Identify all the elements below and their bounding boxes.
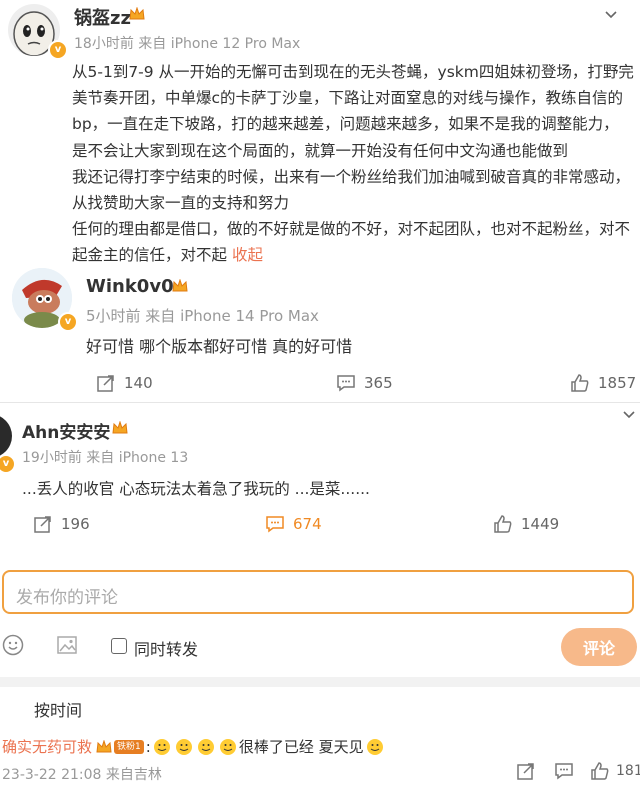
comment-button[interactable]: 674 — [265, 514, 322, 534]
post-username[interactable]: 锅盔zz — [74, 4, 131, 30]
post-line: 从5-1到7-9 从一开始的无懈可击到现在的无头苍蝇，yskm四姐妹初登场，打野… — [72, 63, 634, 81]
like-button[interactable]: 1449 — [493, 514, 559, 534]
crown-icon — [129, 7, 145, 20]
emoji-icon[interactable] — [2, 634, 24, 656]
like-button[interactable]: 1857 — [570, 373, 636, 393]
chevron-down-icon[interactable] — [622, 408, 636, 422]
reply-line: 确实无药可救 铁粉1 : 很棒了已经 夏天见 — [2, 736, 384, 757]
repost-button[interactable]: 196 — [33, 514, 90, 534]
post-meta: 18小时前 来自 iPhone 12 Pro Max — [74, 36, 301, 52]
section-gap — [0, 677, 640, 687]
comment-count: 674 — [293, 515, 322, 533]
post-line: 美节奏开团，中单爆c的卡萨丁沙皇，下路让对面窒息的对线与操作，教练自信的 — [72, 89, 624, 108]
emoji-icon — [175, 738, 192, 755]
comment2-avatar[interactable] — [0, 414, 12, 458]
crown-icon — [96, 739, 112, 752]
comment1-meta: 5小时前 来自 iPhone 14 Pro Max — [86, 307, 319, 325]
post-text: 从5-1到7-9 从一开始的无懈可击到现在的无头苍蝇，yskm四姐妹初登场，打野… — [72, 59, 638, 269]
comment-icon[interactable] — [554, 761, 574, 781]
repost-icon — [97, 375, 114, 392]
reply-username[interactable]: 确实无药可救 — [2, 736, 92, 757]
post-line-last: 起金主的信任，对不起 收起 — [72, 246, 263, 265]
verified-badge: v — [58, 312, 78, 332]
chevron-down-icon[interactable] — [604, 8, 618, 22]
sort-by-time[interactable]: 按时间 — [34, 697, 82, 721]
repost-icon — [34, 516, 51, 533]
like-count: 1857 — [598, 374, 637, 392]
verified-badge: v — [48, 40, 68, 60]
repost-button[interactable]: 140 — [96, 373, 153, 393]
collapse-link[interactable]: 收起 — [232, 246, 263, 264]
emoji-icon — [153, 738, 170, 755]
repost-count: 196 — [61, 515, 90, 533]
emoji-icon — [197, 738, 214, 755]
submit-comment-label: 评论 — [582, 639, 615, 658]
divider — [0, 402, 640, 403]
thumbs-up-icon — [591, 762, 609, 780]
emoji-icon — [366, 738, 383, 755]
crown-icon — [112, 421, 128, 434]
post-line: 我还记得打李宁结束的时候，出来有一个粉丝给我们加油喊到破音真的非常感动， — [72, 167, 631, 186]
like-count: 181 — [616, 763, 640, 779]
comment-input-placeholder: 发布你的评论 — [16, 588, 118, 608]
post-line: bp，一直在走下坡路，打的越来越差，问题越来越多，如果不是我的调整能力， — [72, 115, 619, 134]
comment-input[interactable]: 发布你的评论 — [2, 570, 634, 614]
comment2-meta: 19小时前 来自 iPhone 13 — [22, 450, 189, 466]
comment-count: 365 — [364, 374, 393, 392]
forward-checkbox[interactable] — [111, 638, 127, 654]
forward-label: 同时转发 — [134, 640, 199, 659]
submit-comment-button[interactable]: 评论 — [561, 628, 637, 666]
comment2-text: ...丢人的收官 心态玩法太着急了我玩的 ...是菜...... — [22, 480, 370, 498]
thumbs-up-icon — [494, 515, 512, 533]
like-count: 1449 — [521, 515, 560, 533]
comment2-username[interactable]: Ahn安安安 — [22, 418, 110, 443]
post-line: 从找赞助大家一直的支持和努力 — [72, 194, 290, 213]
reply-meta: 23-3-22 21:08 来自吉林 — [2, 767, 162, 783]
thumbs-up-icon — [571, 374, 589, 392]
repost-count: 140 — [124, 374, 153, 392]
fan-badge: 铁粉1 — [114, 739, 144, 754]
crown-icon — [172, 279, 188, 292]
emoji-icon — [219, 738, 236, 755]
comment-button[interactable]: 365 — [336, 373, 393, 393]
post-line: 是不会让大家到现在这个局面的，就算一开始没有任何中文沟通也能做到 — [72, 141, 569, 160]
verified-badge: v — [0, 454, 16, 474]
comment1-text: 好可惜 哪个版本都好可惜 真的好可惜 — [86, 337, 353, 356]
comment1-username[interactable]: Wink0v0 — [86, 276, 174, 297]
image-icon[interactable] — [56, 634, 78, 656]
reply-text: 很棒了已经 夏天见 — [238, 738, 364, 756]
colon: : — [145, 737, 151, 756]
repost-icon[interactable] — [516, 761, 536, 781]
like-button[interactable]: 181 — [590, 761, 640, 781]
comment-icon — [337, 375, 355, 392]
post-line: 任何的理由都是借口，做的不好就是做的不好，对不起团队，也对不起粉丝，对不 — [72, 220, 631, 239]
comment-icon — [266, 516, 284, 533]
